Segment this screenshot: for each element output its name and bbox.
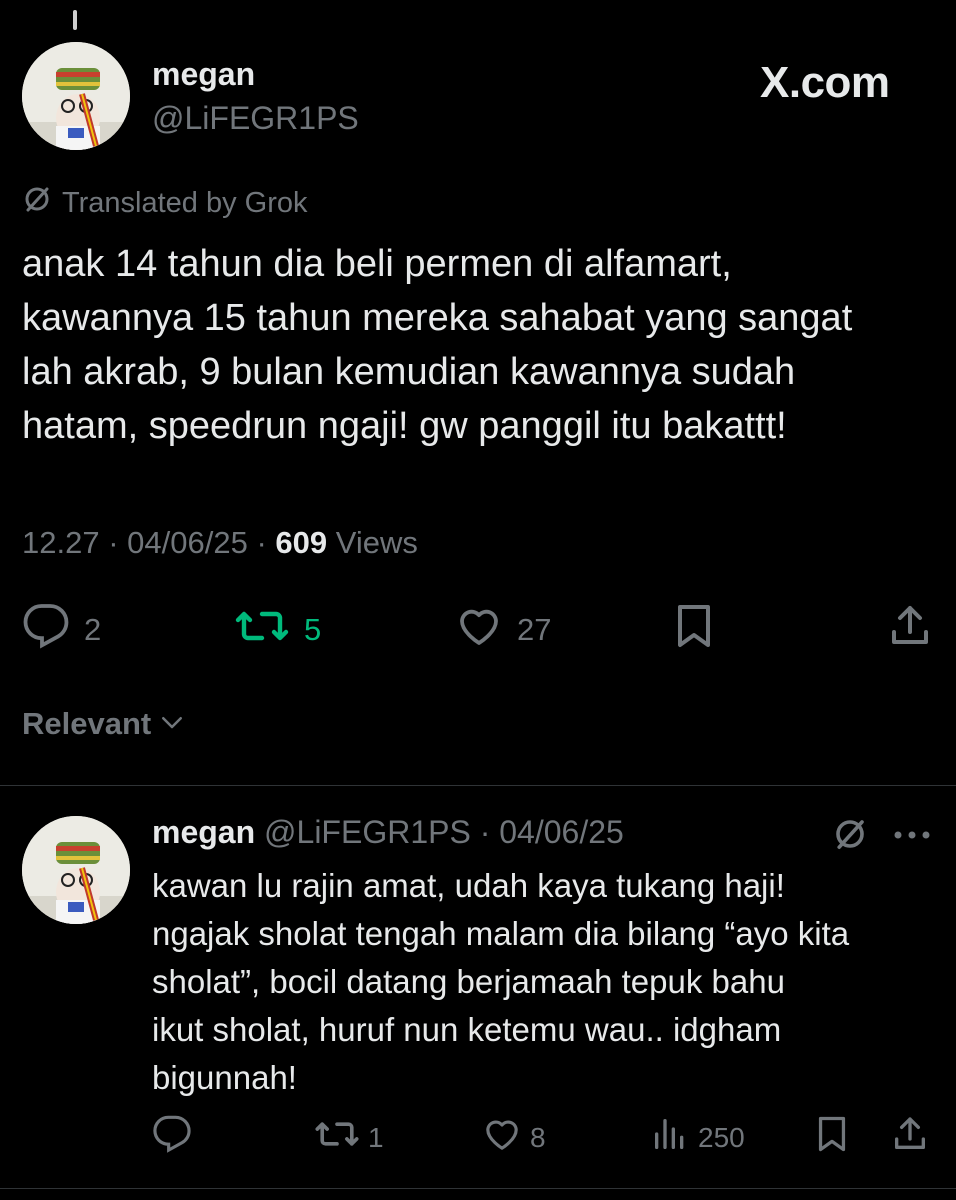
repost-button[interactable]: 5 bbox=[234, 602, 321, 658]
bookmark-icon bbox=[814, 1114, 850, 1161]
reply-avatar[interactable] bbox=[22, 816, 130, 924]
translation-label[interactable]: Translated by Grok bbox=[22, 184, 308, 222]
reply-date[interactable]: 04/06/25 bbox=[499, 814, 624, 850]
bottom-divider bbox=[0, 1188, 956, 1189]
like-icon bbox=[455, 602, 503, 658]
reply-bookmark-button[interactable] bbox=[814, 1114, 850, 1161]
reply-views-count: 250 bbox=[698, 1121, 745, 1153]
reply-button[interactable]: 2 bbox=[22, 602, 101, 658]
reply-author-handle[interactable]: @LiFEGR1PS bbox=[264, 814, 471, 850]
repost-count: 5 bbox=[304, 612, 322, 647]
reply-views-button[interactable]: 250 bbox=[650, 1114, 745, 1161]
meta-separator: · bbox=[108, 525, 119, 560]
like-icon bbox=[482, 1114, 522, 1161]
meta-separator: · bbox=[256, 525, 267, 560]
sort-label: Relevant bbox=[22, 706, 152, 741]
chevron-down-icon bbox=[157, 707, 187, 742]
section-divider bbox=[0, 785, 956, 786]
tweet-date[interactable]: 04/06/25 bbox=[127, 525, 248, 560]
reply-repost-button[interactable]: 1 bbox=[314, 1114, 384, 1161]
reply-author-name[interactable]: megan bbox=[152, 814, 255, 850]
bookmark-button[interactable] bbox=[672, 602, 716, 655]
more-icon[interactable] bbox=[892, 828, 932, 846]
reply-translate-icon[interactable] bbox=[832, 816, 868, 857]
author-name[interactable]: megan bbox=[152, 56, 255, 93]
reply-icon bbox=[22, 602, 70, 658]
share-icon bbox=[890, 1114, 930, 1161]
sort-dropdown[interactable]: Relevant bbox=[22, 706, 187, 742]
tweet-meta: 12.27 · 04/06/25 · 609 Views bbox=[22, 525, 418, 561]
reply-share-button[interactable] bbox=[890, 1114, 930, 1161]
repost-icon bbox=[314, 1114, 360, 1161]
author-handle[interactable]: @LiFEGR1PS bbox=[152, 100, 359, 137]
tweet-time[interactable]: 12.27 bbox=[22, 525, 100, 560]
like-button[interactable]: 27 bbox=[455, 602, 551, 658]
brand-logo: X.com bbox=[760, 58, 890, 107]
reply-like-count: 8 bbox=[530, 1121, 546, 1153]
translation-text: Translated by Grok bbox=[62, 186, 308, 219]
reply-like-button[interactable]: 8 bbox=[482, 1114, 546, 1161]
like-count: 27 bbox=[517, 612, 552, 647]
tweet-text: anak 14 tahun dia beli permen di alfamar… bbox=[22, 243, 853, 447]
author-avatar[interactable] bbox=[22, 42, 130, 150]
translate-icon bbox=[22, 184, 52, 222]
views-label: Views bbox=[335, 525, 418, 560]
share-button[interactable] bbox=[886, 602, 934, 655]
reply-count: 2 bbox=[84, 612, 102, 647]
status-fragment bbox=[73, 10, 77, 30]
reply-header: megan @LiFEGR1PS · 04/06/25 bbox=[152, 814, 624, 851]
views-icon bbox=[650, 1114, 690, 1161]
reply-repost-count: 1 bbox=[368, 1121, 384, 1153]
reply-reply-button[interactable] bbox=[152, 1114, 192, 1161]
reply-text: kawan lu rajin amat, udah kaya tukang ha… bbox=[152, 867, 850, 1096]
reply-icon bbox=[152, 1114, 192, 1161]
share-icon bbox=[886, 606, 934, 654]
views-count: 609 bbox=[275, 525, 328, 560]
bookmark-icon bbox=[672, 605, 716, 654]
repost-icon bbox=[234, 602, 290, 658]
reply-separator: · bbox=[479, 814, 491, 850]
